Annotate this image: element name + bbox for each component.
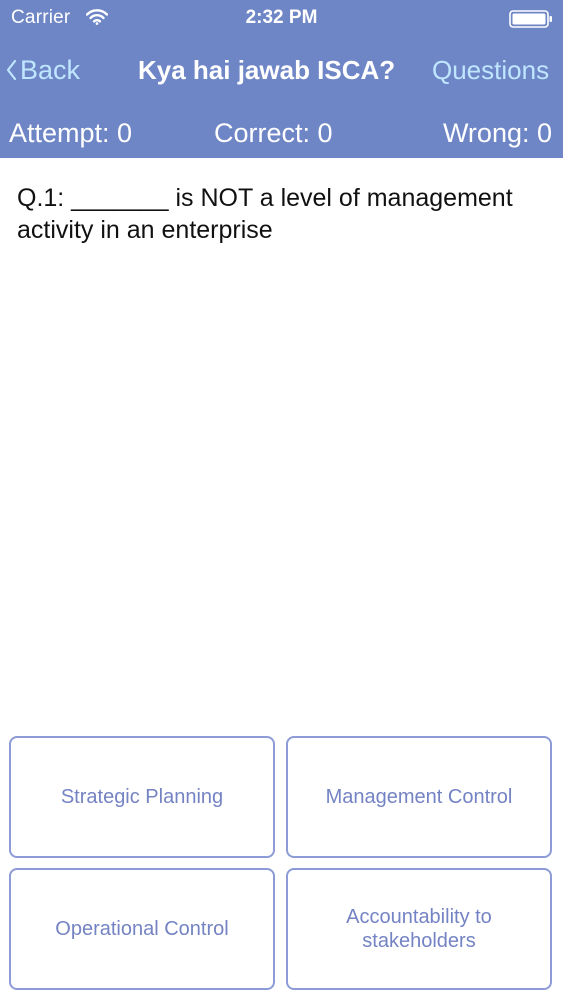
nav-bar: Back Kya hai jawab ISCA? Questions (0, 36, 563, 108)
status-time: 2:32 PM (245, 7, 318, 28)
wrong-count: Wrong: 0 (442, 118, 552, 148)
back-button[interactable]: Back (5, 52, 80, 88)
answer-option-4[interactable]: Accountability to stakeholders (286, 868, 552, 990)
question-text: Q.1: _______ is NOT a level of managemen… (17, 184, 513, 244)
chevron-left-icon (6, 59, 17, 81)
status-bar: Carrier 2:32 PM (0, 0, 563, 36)
attempt-count: Attempt: 0 (9, 118, 133, 148)
header: Carrier 2:32 PM Back Kya hai jawab ISCA?… (0, 0, 563, 158)
questions-button[interactable]: Questions (432, 55, 549, 86)
correct-count: Correct: 0 (214, 118, 333, 148)
answer-option-1[interactable]: Strategic Planning (9, 736, 275, 858)
back-label: Back (20, 54, 81, 85)
quiz-screen: Carrier 2:32 PM Back Kya hai jawab ISCA?… (0, 0, 563, 1000)
score-bar: Attempt: 0 Correct: 0 Wrong: 0 (0, 108, 563, 158)
battery-icon (509, 10, 552, 28)
page-title: Kya hai jawab ISCA? (138, 55, 396, 85)
answer-option-2[interactable]: Management Control (286, 736, 552, 858)
answer-option-3[interactable]: Operational Control (9, 868, 275, 990)
